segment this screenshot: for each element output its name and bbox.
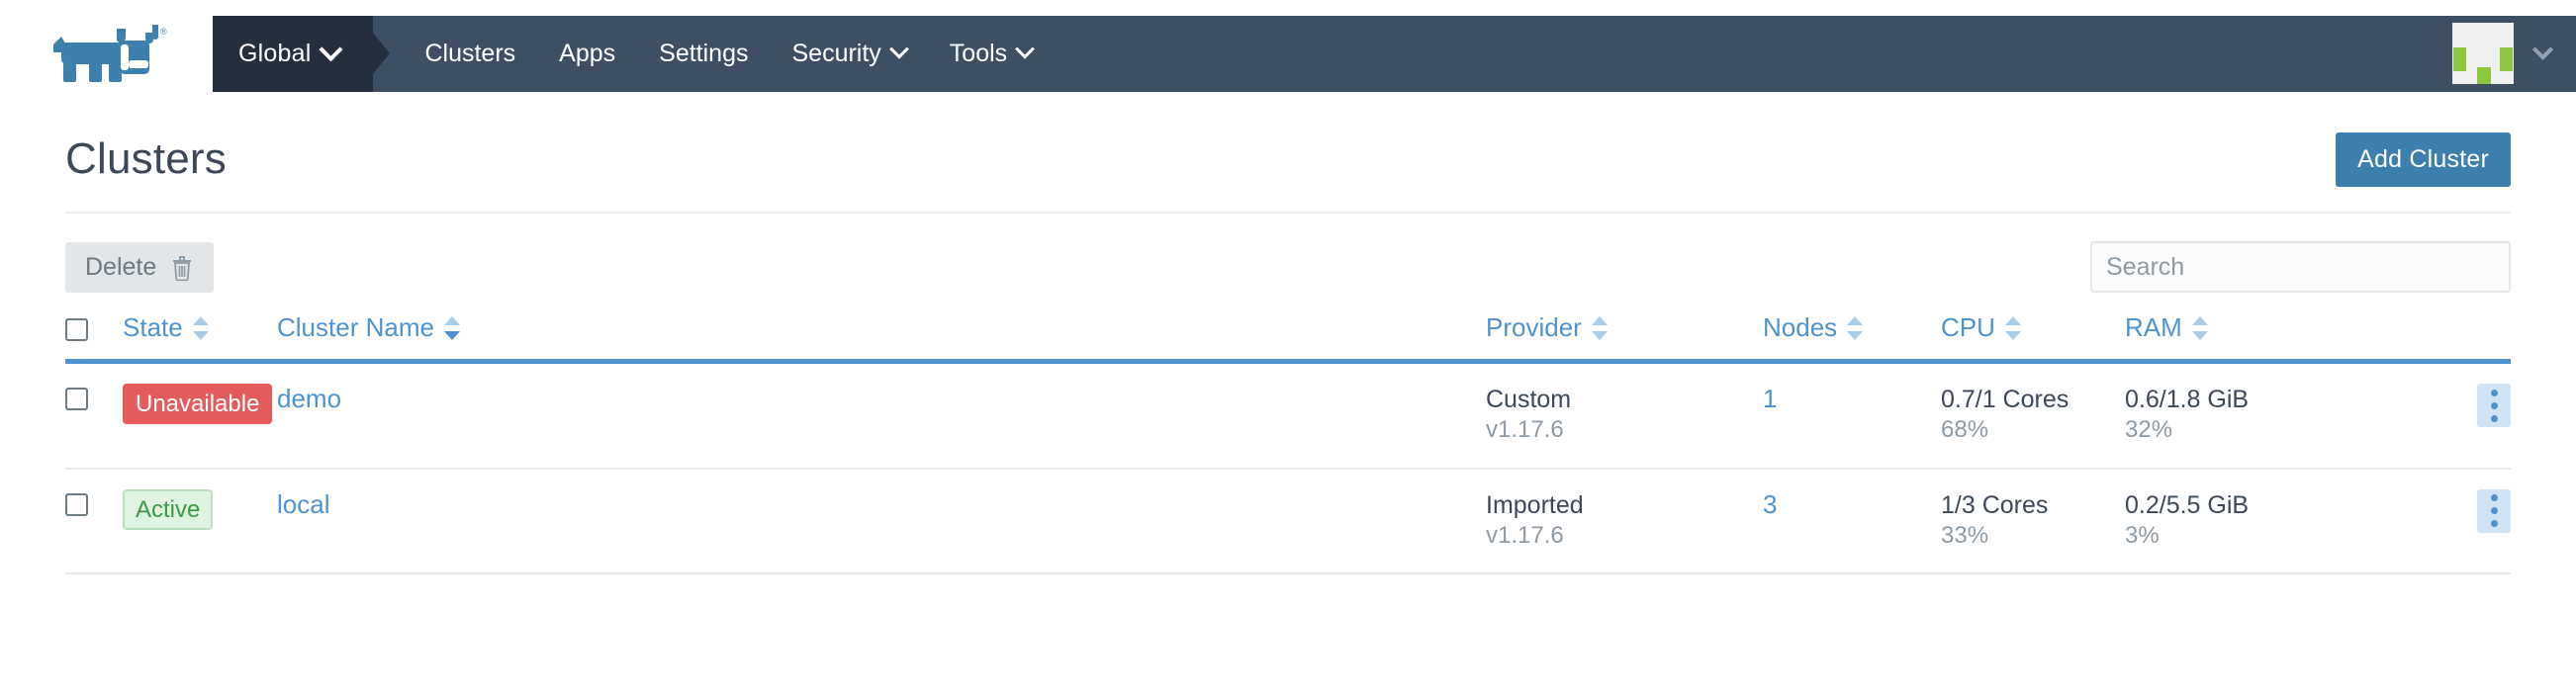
- row-select-cell: [65, 362, 123, 469]
- nav-item-settings[interactable]: Settings: [637, 16, 770, 92]
- row-state-cell: Unavailable: [123, 362, 277, 469]
- add-cluster-button[interactable]: Add Cluster: [2336, 132, 2511, 187]
- row-nodes-cell: 3: [1763, 469, 1941, 574]
- table-header-row: State Cluster Name Provider: [65, 312, 2511, 362]
- table-toolbar: Delete: [65, 214, 2511, 312]
- nav-item-list: Clusters Apps Settings Security Tools: [403, 16, 1054, 92]
- column-label: State: [123, 312, 183, 343]
- chevron-down-icon: [2532, 39, 2553, 59]
- column-header-nodes[interactable]: Nodes: [1763, 312, 1941, 362]
- row-provider-cell: Imported v1.17.6: [1486, 469, 1763, 574]
- row-actions-cell: [2372, 362, 2511, 469]
- column-label: Cluster Name: [277, 312, 434, 343]
- row-actions-cell: [2372, 469, 2511, 574]
- status-badge: Unavailable: [123, 384, 272, 424]
- column-header-provider[interactable]: Provider: [1486, 312, 1763, 362]
- sort-toggle-icon[interactable]: [193, 314, 209, 342]
- nav-item-label: Clusters: [424, 40, 515, 68]
- select-all-checkbox[interactable]: [65, 318, 88, 341]
- main-navigation: Global Clusters Apps Settings Security T…: [213, 16, 2576, 92]
- delete-button[interactable]: Delete: [65, 242, 214, 293]
- nav-context-label: Global: [238, 40, 311, 68]
- table-header: State Cluster Name Provider: [65, 312, 2511, 362]
- nav-context-global[interactable]: Global: [213, 16, 373, 92]
- chevron-down-icon: [889, 40, 909, 59]
- row-name-cell: demo: [277, 362, 1486, 469]
- row-state-cell: Active: [123, 469, 277, 574]
- clusters-table: State Cluster Name Provider: [65, 312, 2511, 574]
- cpu-value: 0.7/1 Cores: [1941, 384, 2125, 415]
- kebab-menu-icon[interactable]: [2477, 489, 2511, 533]
- trash-icon: [170, 254, 194, 281]
- column-header-cpu[interactable]: CPU: [1941, 312, 2125, 362]
- row-checkbox[interactable]: [65, 388, 88, 410]
- row-select-cell: [65, 469, 123, 574]
- chevron-down-icon: [320, 38, 343, 61]
- cpu-percent: 33%: [1941, 521, 2125, 552]
- cpu-value: 1/3 Cores: [1941, 489, 2125, 521]
- page-content: Clusters Add Cluster Delete: [0, 107, 2576, 574]
- column-header-state[interactable]: State: [123, 312, 277, 362]
- status-badge: Active: [123, 489, 213, 530]
- user-menu[interactable]: [2452, 16, 2576, 92]
- avatar: [2452, 23, 2514, 84]
- nodes-count-link[interactable]: 1: [1763, 384, 1777, 413]
- select-all-header: [65, 312, 123, 362]
- svg-text:®: ®: [160, 27, 167, 37]
- column-label: CPU: [1941, 312, 1995, 343]
- column-header-cluster-name[interactable]: Cluster Name: [277, 312, 1486, 362]
- cpu-percent: 68%: [1941, 415, 2125, 446]
- ram-percent: 32%: [2125, 415, 2372, 446]
- provider-version: v1.17.6: [1486, 415, 1763, 446]
- chevron-down-icon: [1015, 40, 1035, 59]
- sort-toggle-icon[interactable]: [1592, 314, 1608, 342]
- column-label: Provider: [1486, 312, 1582, 343]
- row-nodes-cell: 1: [1763, 362, 1941, 469]
- app-header: ® Global Clusters Apps Settings Security…: [0, 0, 2576, 107]
- column-header-ram[interactable]: RAM: [2125, 312, 2372, 362]
- table-row[interactable]: Active local Imported v1.17.6 3 1/3 Core…: [65, 469, 2511, 574]
- table-body: Unavailable demo Custom v1.17.6 1 0.7/1 …: [65, 362, 2511, 574]
- row-cpu-cell: 1/3 Cores 33%: [1941, 469, 2125, 574]
- nav-item-security[interactable]: Security: [770, 16, 927, 92]
- provider-name: Custom: [1486, 384, 1763, 415]
- column-label: RAM: [2125, 312, 2182, 343]
- row-name-cell: local: [277, 469, 1486, 574]
- ram-value: 0.6/1.8 GiB: [2125, 384, 2372, 415]
- search-input[interactable]: [2090, 241, 2511, 293]
- nav-item-label: Apps: [559, 40, 615, 68]
- row-provider-cell: Custom v1.17.6: [1486, 362, 1763, 469]
- cluster-name-link[interactable]: demo: [277, 384, 341, 413]
- page-title-row: Clusters Add Cluster: [65, 107, 2511, 198]
- rancher-cow-logo-icon: ®: [46, 23, 168, 84]
- delete-button-label: Delete: [85, 253, 156, 282]
- row-cpu-cell: 0.7/1 Cores 68%: [1941, 362, 2125, 469]
- ram-percent: 3%: [2125, 521, 2372, 552]
- column-header-actions: [2372, 312, 2511, 362]
- table-row[interactable]: Unavailable demo Custom v1.17.6 1 0.7/1 …: [65, 362, 2511, 469]
- kebab-menu-icon[interactable]: [2477, 384, 2511, 427]
- ram-value: 0.2/5.5 GiB: [2125, 489, 2372, 521]
- nav-item-label: Security: [791, 40, 880, 68]
- nav-item-tools[interactable]: Tools: [928, 16, 1054, 92]
- column-label: Nodes: [1763, 312, 1837, 343]
- cluster-name-link[interactable]: local: [277, 489, 329, 519]
- row-checkbox[interactable]: [65, 493, 88, 516]
- sort-toggle-icon[interactable]: [2005, 314, 2021, 342]
- sort-toggle-icon[interactable]: [444, 314, 460, 342]
- nav-item-label: Settings: [659, 40, 748, 68]
- row-ram-cell: 0.6/1.8 GiB 32%: [2125, 362, 2372, 469]
- nodes-count-link[interactable]: 3: [1763, 489, 1777, 519]
- page-title: Clusters: [65, 134, 227, 184]
- rancher-logo[interactable]: ®: [0, 0, 213, 107]
- row-ram-cell: 0.2/5.5 GiB 3%: [2125, 469, 2372, 574]
- sort-toggle-icon[interactable]: [1847, 314, 1863, 342]
- sort-toggle-icon[interactable]: [2192, 314, 2208, 342]
- provider-version: v1.17.6: [1486, 521, 1763, 552]
- nav-item-apps[interactable]: Apps: [537, 16, 637, 92]
- nav-item-label: Tools: [950, 40, 1007, 68]
- provider-name: Imported: [1486, 489, 1763, 521]
- nav-item-clusters[interactable]: Clusters: [403, 16, 537, 92]
